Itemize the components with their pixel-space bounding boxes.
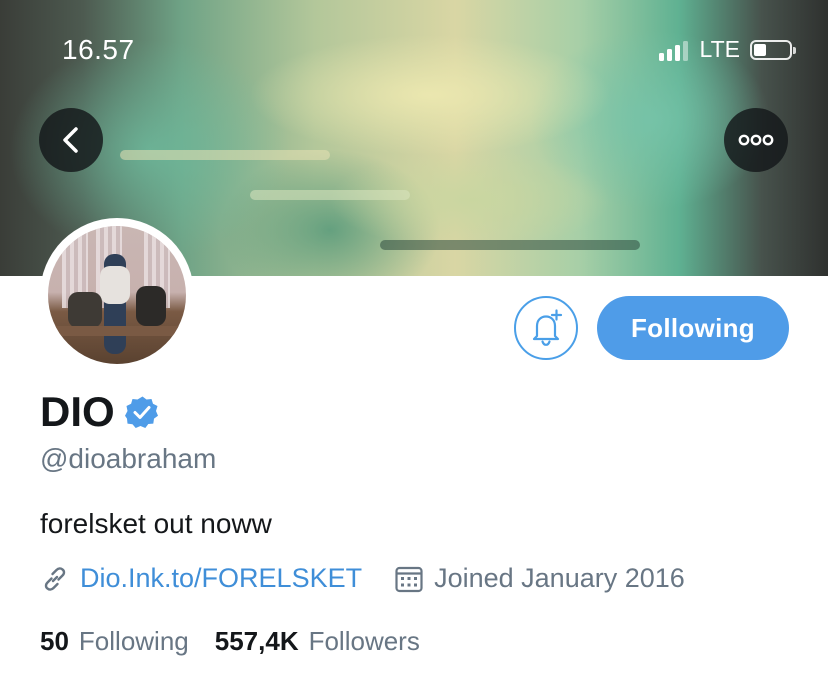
status-time: 16.57 — [62, 34, 135, 65]
back-button[interactable] — [39, 108, 103, 172]
chevron-left-icon — [63, 127, 78, 153]
network-type: LTE — [699, 36, 740, 62]
avatar-image — [48, 226, 186, 364]
following-label: Following — [78, 626, 189, 656]
following-count: 50 — [40, 626, 69, 656]
battery-icon — [750, 39, 796, 60]
avatar[interactable] — [40, 218, 194, 372]
verified-badge-icon — [124, 396, 158, 428]
banner-decor — [120, 150, 330, 160]
followers-stat[interactable]: 557,4K Followers — [215, 626, 420, 657]
following-stat[interactable]: 50 Following — [40, 626, 189, 657]
signal-icon — [658, 39, 688, 61]
more-horizontal-icon — [738, 134, 774, 146]
calendar-icon — [395, 566, 423, 592]
followers-count: 557,4K — [214, 626, 299, 656]
profile-link[interactable]: Dio.Ink.to/FORELSKET — [80, 563, 362, 594]
display-name: DIO — [40, 388, 115, 435]
bio: forelsket out noww — [40, 508, 272, 539]
bell-plus-icon — [532, 309, 563, 346]
status-indicators: LTE — [658, 36, 796, 63]
notifications-button[interactable] — [514, 296, 578, 360]
following-button[interactable]: Following — [597, 296, 789, 360]
handle: @dioabraham — [40, 443, 217, 474]
link-icon — [44, 566, 66, 591]
joined-date: Joined January 2016 — [434, 563, 685, 593]
follow-stats: 50 Following 557,4K Followers — [40, 626, 420, 657]
more-button[interactable] — [724, 108, 788, 172]
followers-label: Followers — [308, 626, 420, 656]
banner-decor — [250, 190, 410, 200]
banner-decor — [380, 240, 640, 250]
profile-meta: Dio.Ink.to/FORELSKET Joined January 2016 — [40, 563, 685, 594]
name-row: DIO — [40, 388, 159, 436]
